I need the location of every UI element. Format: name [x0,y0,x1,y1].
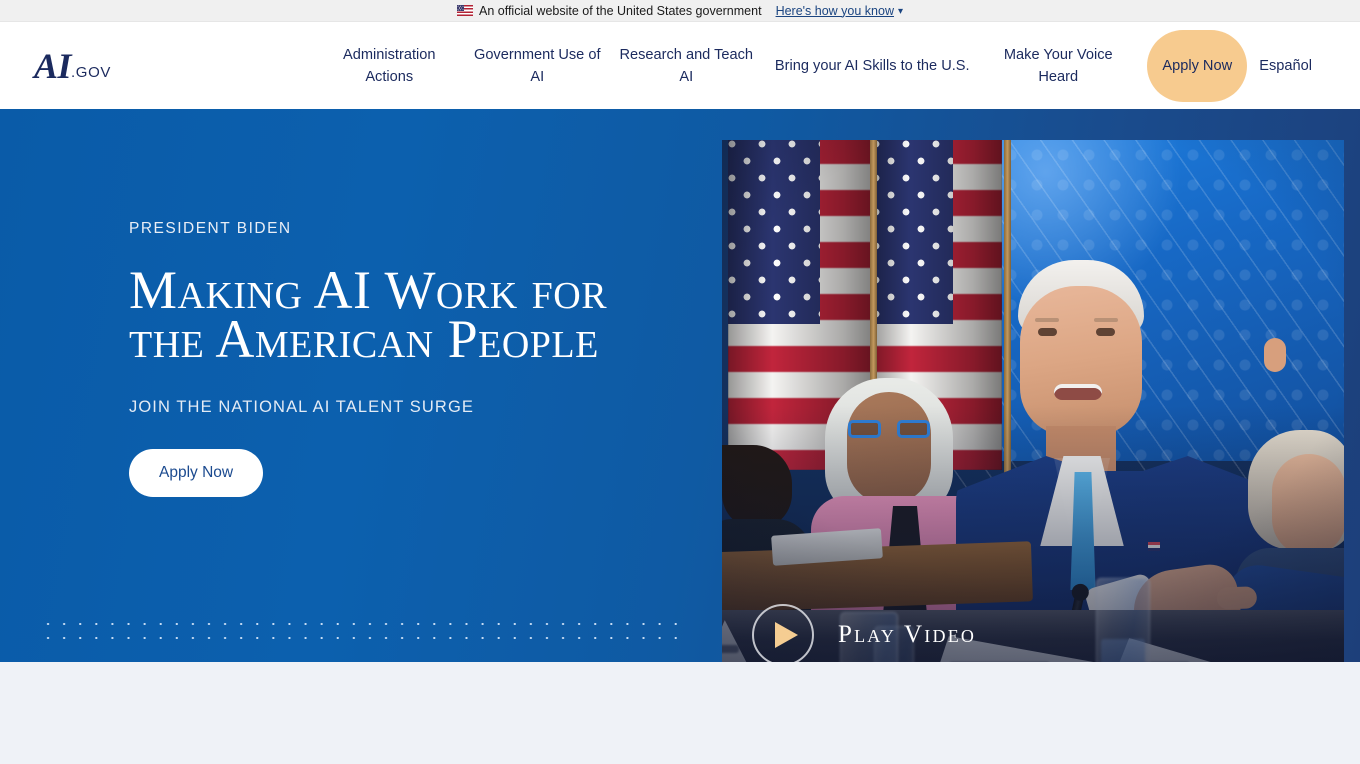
nav-item-research-and-teach-ai[interactable]: Research and Teach AI [611,40,761,92]
site-logo-aigov[interactable]: AI .GOV [34,48,111,84]
dot-grid-decoration [40,614,684,650]
nav-item-bring-your-ai-skills-to-the-us[interactable]: Bring your AI Skills to the U.S. [761,51,983,81]
heres-how-you-know-link[interactable]: Here's how you know ▾ [776,4,903,18]
chevron-down-icon: ▾ [897,5,904,17]
hero-apply-now-button[interactable]: Apply Now [129,449,264,497]
play-triangle-icon [752,604,814,666]
page-content-below-hero [0,662,1360,764]
us-government-banner: An official website of the United States… [0,0,1360,22]
primary-navigation: Administration Actions Government Use of… [121,29,1360,102]
play-video-control[interactable]: Play Video [752,604,976,666]
hero-video-card[interactable]: Play Video [722,140,1344,693]
logo-mark: AI [34,45,72,86]
us-flag-icon [456,5,473,16]
play-video-label: Play Video [838,621,977,648]
hero-copy: PRESIDENT BIDEN Making AI Work for the A… [129,220,649,497]
logo-suffix: .GOV [71,63,111,81]
hero-eyebrow: PRESIDENT BIDEN [129,220,292,237]
nav-item-administration-actions[interactable]: Administration Actions [315,40,463,92]
banner-text: An official website of the United States… [478,3,762,18]
hero-subtitle: JOIN THE NATIONAL AI TALENT SURGE [129,398,474,416]
hero-section: PRESIDENT BIDEN Making AI Work for the A… [0,109,1360,693]
nav-item-make-your-voice-heard[interactable]: Make Your Voice Heard [983,40,1133,92]
heres-how-you-know-label: Here's how you know [775,3,894,18]
site-header: AI .GOV Administration Actions Governmen… [0,22,1360,109]
language-toggle-espanol[interactable]: Español [1259,58,1346,74]
header-apply-now-button[interactable]: Apply Now [1147,29,1248,102]
page-title: Making AI Work for the American People [129,260,608,369]
nav-item-government-use-of-ai[interactable]: Government Use of AI [463,40,611,92]
